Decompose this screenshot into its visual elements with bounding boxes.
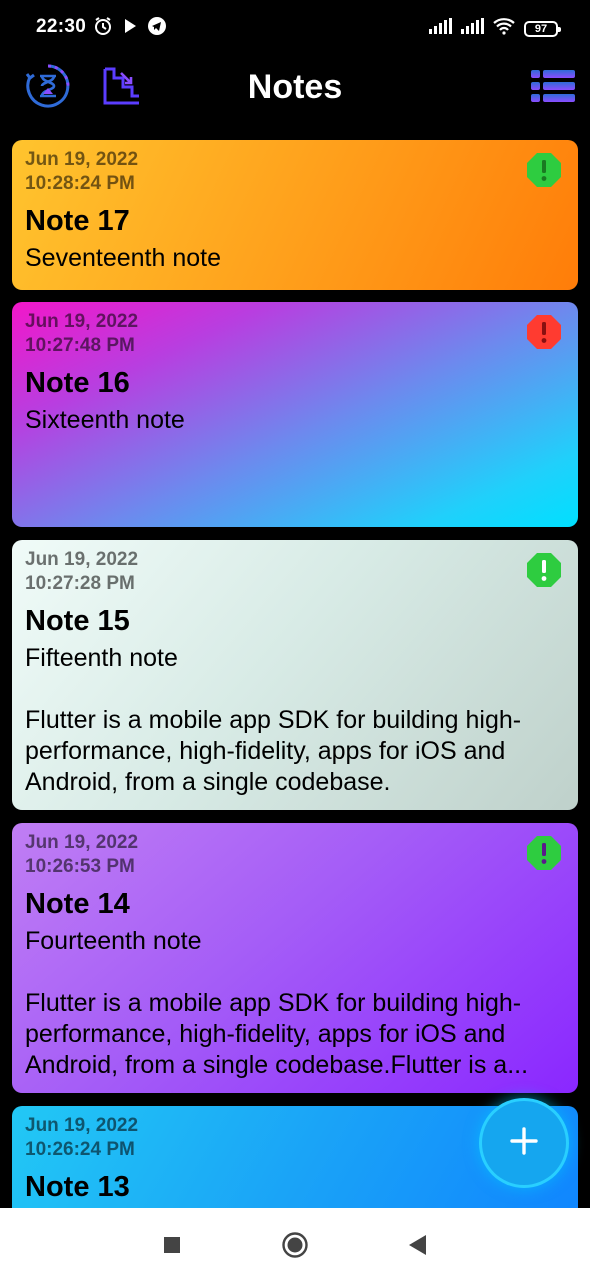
note-title: Note 14 bbox=[25, 888, 130, 920]
status-time: 22:30 bbox=[36, 16, 87, 37]
back-triangle-icon[interactable] bbox=[402, 1230, 432, 1260]
recents-square-icon[interactable] bbox=[157, 1230, 187, 1260]
note-date: Jun 19, 2022 bbox=[25, 832, 139, 853]
note-card[interactable]: Jun 19, 2022 10:27:48 PM Note 16 Sixteen… bbox=[12, 302, 578, 527]
note-date: Jun 19, 2022 bbox=[25, 149, 139, 170]
list-view-icon[interactable] bbox=[528, 64, 578, 108]
note-time: 10:26:53 PM bbox=[25, 856, 135, 877]
alarm-icon bbox=[93, 16, 113, 41]
note-title: Note 17 bbox=[25, 205, 130, 237]
note-time: 10:27:28 PM bbox=[25, 573, 135, 594]
note-title: Note 13 bbox=[25, 1171, 130, 1203]
battery-indicator: 97 bbox=[524, 20, 561, 37]
priority-normal-icon bbox=[526, 552, 562, 588]
signal-icon-2 bbox=[460, 18, 484, 39]
app-bar: Notes bbox=[0, 54, 590, 124]
note-date: Jun 19, 2022 bbox=[25, 311, 139, 332]
page-title: Notes bbox=[247, 68, 343, 106]
priority-normal-icon bbox=[526, 835, 562, 871]
note-card[interactable]: Jun 19, 2022 10:26:53 PM Note 14 Fourtee… bbox=[12, 823, 578, 1093]
note-time: 10:27:48 PM bbox=[25, 335, 135, 356]
note-card[interactable]: Jun 19, 2022 10:27:28 PM Note 15 Fifteen… bbox=[12, 540, 578, 810]
priority-high-icon bbox=[526, 314, 562, 350]
note-card[interactable]: Jun 19, 2022 10:28:24 PM Note 17 Sevente… bbox=[12, 140, 578, 290]
note-body: Fifteenth note Flutter is a mobile app S… bbox=[25, 644, 522, 796]
note-time: 10:28:24 PM bbox=[25, 173, 135, 194]
note-date: Jun 19, 2022 bbox=[25, 549, 139, 570]
note-body: Fourteenth note Flutter is a mobile app … bbox=[25, 927, 529, 1079]
note-body: Seventeenth note bbox=[25, 244, 221, 272]
add-note-button[interactable] bbox=[482, 1101, 566, 1185]
home-circle-icon[interactable] bbox=[280, 1230, 310, 1260]
note-title: Note 16 bbox=[25, 367, 130, 399]
status-bar: 22:30 97 bbox=[0, 0, 590, 54]
wifi-icon bbox=[492, 17, 516, 40]
telegram-icon bbox=[147, 16, 167, 41]
notes-list: Jun 19, 2022 10:28:24 PM Note 17 Sevente… bbox=[0, 140, 590, 1208]
signal-icon-1 bbox=[428, 18, 452, 39]
system-nav-bar bbox=[0, 1208, 590, 1280]
priority-normal-icon bbox=[526, 152, 562, 188]
play-store-icon bbox=[123, 18, 137, 39]
note-body: Sixteenth note bbox=[25, 406, 185, 434]
note-title: Note 15 bbox=[25, 605, 130, 637]
plus-icon bbox=[508, 1125, 540, 1162]
